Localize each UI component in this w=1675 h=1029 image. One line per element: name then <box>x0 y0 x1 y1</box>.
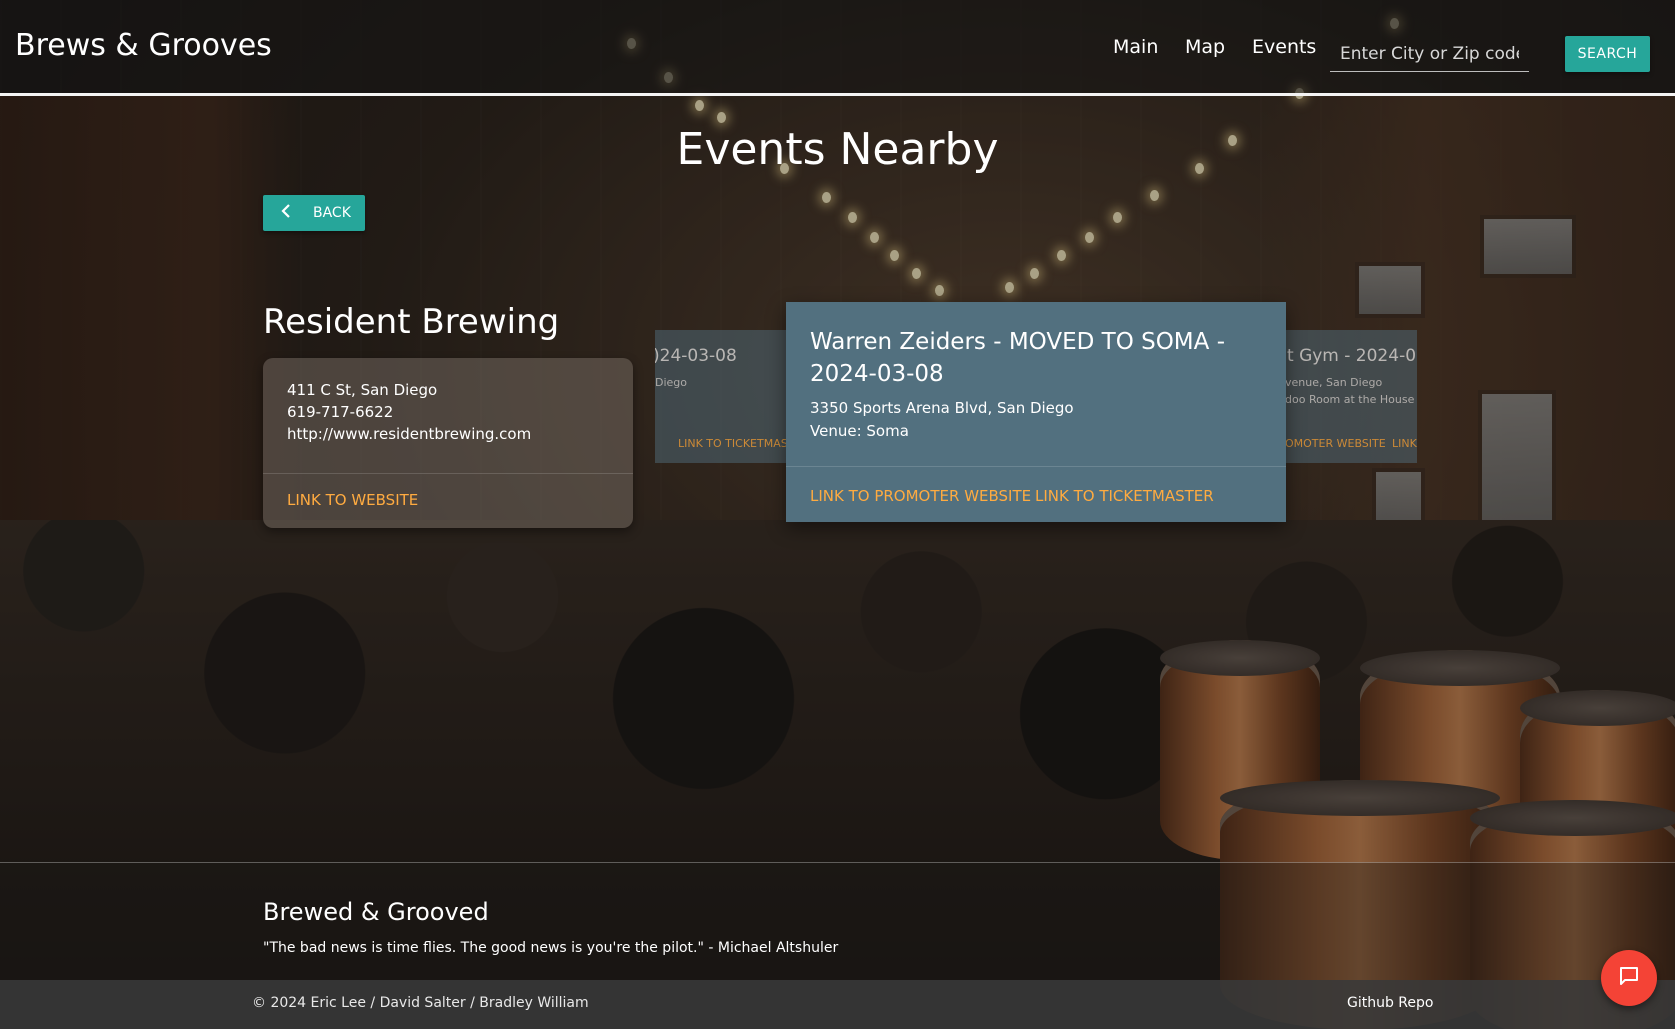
city-zip-search-input[interactable] <box>1330 36 1529 72</box>
brewery-address: 411 C St, San Diego <box>287 381 438 399</box>
chat-button[interactable] <box>1601 950 1657 1006</box>
promoter-website-link[interactable]: LINK TO PROMOTER WEBSITE <box>810 487 1031 505</box>
top-navbar: Brews & Grooves Main Map Events SEARCH <box>0 0 1675 96</box>
card-divider <box>263 473 633 474</box>
event-address: 3350 Sports Arena Blvd, San Diego <box>810 399 1074 417</box>
copyright-text: © 2024 Eric Lee / David Salter / Bradley… <box>252 995 589 1011</box>
ticketmaster-link[interactable]: LINK TO TICKETMASTER <box>1035 487 1214 505</box>
event-address-fragment: Diego <box>655 376 688 389</box>
brewery-phone: 619-717-6622 <box>287 403 394 421</box>
footer-copyright-bar: © 2024 Eric Lee / David Salter / Bradley… <box>0 980 1675 1029</box>
event-venue: Venue: Soma <box>810 422 909 440</box>
brewery-name: Resident Brewing <box>263 302 560 342</box>
event-title-fragment: )24-03-08 <box>655 346 737 366</box>
brand-logo-link[interactable]: Brews & Grooves <box>15 28 272 63</box>
event-card-current: Warren Zeiders - MOVED TO SOMA - 2024-03… <box>786 302 1286 522</box>
event-link-fragment[interactable]: OMOTER WEBSITE <box>1285 437 1386 450</box>
page-title: Events Nearby <box>676 124 999 175</box>
back-button-label: BACK <box>313 205 351 221</box>
nav-link-events[interactable]: Events <box>1252 36 1316 58</box>
footer-quote: "The bad news is time flies. The good ne… <box>263 940 839 956</box>
event-title-fragment: t Gym - 2024-03-0 <box>1287 346 1417 366</box>
footer-heading: Brewed & Grooved <box>263 898 489 926</box>
github-repo-link[interactable]: Github Repo <box>1347 995 1433 1011</box>
brewery-info-card: 411 C St, San Diego 619-717-6622 http://… <box>263 358 633 528</box>
search-button[interactable]: SEARCH <box>1565 36 1650 72</box>
chevron-left-icon <box>281 204 301 222</box>
nav-link-map[interactable]: Map <box>1185 36 1225 58</box>
event-link-fragment[interactable]: LINK TO TICKETMASTER <box>678 437 790 450</box>
chat-bubble-icon <box>1617 964 1641 992</box>
brewery-website-link[interactable]: LINK TO WEBSITE <box>287 491 418 509</box>
brewery-website-url: http://www.residentbrewing.com <box>287 425 532 443</box>
back-button[interactable]: BACK <box>263 195 365 231</box>
event-venue-fragment: doo Room at the House of Bl <box>1285 393 1417 406</box>
event-card-next[interactable]: t Gym - 2024-03-0 venue, San Diego doo R… <box>1282 330 1417 463</box>
nav-link-main[interactable]: Main <box>1113 36 1158 58</box>
footer <box>0 862 1675 980</box>
event-title: Warren Zeiders - MOVED TO SOMA - 2024-03… <box>810 329 1225 387</box>
event-link-fragment[interactable]: LINK <box>1392 437 1417 450</box>
card-divider <box>786 466 1286 467</box>
event-address-fragment: venue, San Diego <box>1285 376 1383 389</box>
event-card-previous[interactable]: )24-03-08 Diego LINK TO TICKETMASTER <box>655 330 790 463</box>
